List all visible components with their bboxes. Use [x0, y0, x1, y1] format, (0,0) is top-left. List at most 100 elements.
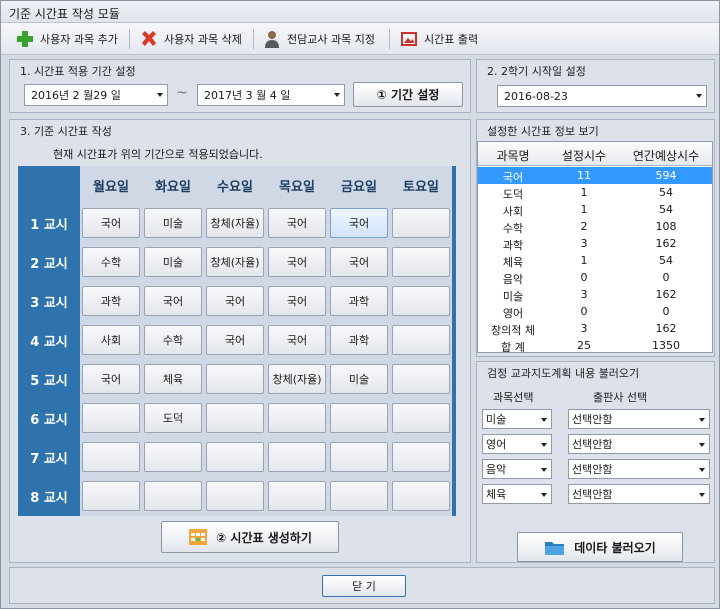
- timetable-cell[interactable]: [392, 247, 450, 277]
- chevron-down-icon: [699, 493, 705, 497]
- timetable-cell[interactable]: [392, 403, 450, 433]
- timetable-cell[interactable]: [330, 481, 388, 511]
- delete-subject-button[interactable]: 사용자 과목 삭제: [135, 27, 246, 51]
- set-period-button[interactable]: ① 기간 설정: [353, 82, 463, 107]
- subject-select[interactable]: 체육: [482, 484, 552, 504]
- add-subject-button[interactable]: 사용자 과목 추가: [11, 27, 122, 51]
- table-cell: 미술: [502, 290, 524, 303]
- timetable-cell[interactable]: 창체(자율): [206, 247, 264, 277]
- timetable-grid: 월요일 화요일 수요일 목요일 금요일 토요일 1 교시 국어 미술 창체(자율) 국어 국어 2 교시…: [18, 166, 456, 516]
- timetable-cell[interactable]: [206, 481, 264, 511]
- timetable-cell[interactable]: [392, 442, 450, 472]
- timetable-cell[interactable]: [392, 286, 450, 316]
- timetable-cell[interactable]: 수학: [144, 325, 202, 355]
- timetable-cell[interactable]: [144, 442, 202, 472]
- table-cell: 도덕: [502, 188, 524, 201]
- table-row[interactable]: 과학 3 162: [478, 235, 712, 252]
- timetable-cell[interactable]: [82, 403, 140, 433]
- timetable-cell[interactable]: [82, 481, 140, 511]
- timetable-cell[interactable]: 국어: [268, 247, 326, 277]
- close-button[interactable]: 닫 기: [322, 575, 406, 597]
- timetable-cell[interactable]: 국어: [82, 208, 140, 238]
- timetable-cell[interactable]: 창체(자율): [206, 208, 264, 238]
- subject-select[interactable]: 음악: [482, 459, 552, 479]
- publisher-select[interactable]: 선택안함: [568, 484, 710, 504]
- timetable-cell[interactable]: [206, 403, 264, 433]
- table-row[interactable]: 음악 0 0: [478, 269, 712, 286]
- add-subject-label: 사용자 과목 추가: [40, 33, 118, 46]
- timetable-cell[interactable]: [268, 481, 326, 511]
- timetable-cell[interactable]: [392, 208, 450, 238]
- date-range-tilde: ~: [176, 85, 188, 101]
- timetable-cell[interactable]: [268, 403, 326, 433]
- timetable-cell[interactable]: 국어: [206, 325, 264, 355]
- table-cell: 54: [659, 254, 673, 267]
- header-hours: 설정시수: [561, 149, 607, 163]
- subject-select[interactable]: 영어: [482, 434, 552, 454]
- plan-panel-title: 검정 교과지도계획 내용 불러오기: [487, 367, 640, 380]
- timetable-cell[interactable]: 과학: [82, 286, 140, 316]
- table-row[interactable]: 영어 0 0: [478, 303, 712, 320]
- table-row[interactable]: 도덕 1 54: [478, 184, 712, 201]
- timetable-cell[interactable]: 과학: [330, 325, 388, 355]
- timetable-cell[interactable]: [206, 364, 264, 394]
- timetable-cell[interactable]: [392, 325, 450, 355]
- timetable-cell[interactable]: [392, 364, 450, 394]
- publisher-select[interactable]: 선택안함: [568, 409, 710, 429]
- load-data-button[interactable]: 데이타 불러오기: [517, 532, 683, 562]
- print-timetable-button[interactable]: 시간표 출력: [395, 27, 482, 51]
- timetable-cell[interactable]: 국어: [268, 208, 326, 238]
- table-row[interactable]: 체육 1 54: [478, 252, 712, 269]
- timetable-cell[interactable]: 국어: [144, 286, 202, 316]
- table-cell: 3: [580, 288, 588, 301]
- timetable-cell[interactable]: 국어: [268, 286, 326, 316]
- timetable-cell[interactable]: 미술: [144, 208, 202, 238]
- timetable-cell[interactable]: 국어: [330, 208, 388, 238]
- timetable-cell[interactable]: 체육: [144, 364, 202, 394]
- publisher-select[interactable]: 선택안함: [568, 459, 710, 479]
- table-cell: 창의적 체: [491, 324, 535, 337]
- window-title: 기준 시간표 작성 모듈: [9, 7, 120, 21]
- timetable-cell[interactable]: 과학: [330, 286, 388, 316]
- timetable-cell[interactable]: 미술: [330, 364, 388, 394]
- timetable-cell[interactable]: [144, 481, 202, 511]
- period-header: 4 교시: [30, 335, 68, 350]
- publisher-select[interactable]: 선택안함: [568, 434, 710, 454]
- chevron-down-icon: [699, 443, 705, 447]
- period-header: 8 교시: [30, 491, 68, 506]
- timetable-cell[interactable]: 창체(자율): [268, 364, 326, 394]
- semester-start-picker[interactable]: 2016-08-23: [497, 85, 707, 107]
- timetable-cell[interactable]: 수학: [82, 247, 140, 277]
- timetable-cell[interactable]: 국어: [206, 286, 264, 316]
- table-row[interactable]: 합 계 25 1350: [478, 337, 712, 354]
- start-date-picker[interactable]: 2016년 2 월29 일: [24, 84, 168, 106]
- table-row[interactable]: 미술 3 162: [478, 286, 712, 303]
- end-date-picker[interactable]: 2017년 3 월 4 일: [197, 84, 345, 106]
- subject-select-value: 영어: [486, 438, 507, 451]
- timetable-cell[interactable]: 국어: [268, 325, 326, 355]
- table-row[interactable]: 창의적 체 3 162: [478, 320, 712, 337]
- subject-hours-table: 과목명 설정시수 연간예상시수 국어 11 594 도덕 1 54 사회 1 54 수학 2 108 과…: [477, 141, 713, 354]
- timetable-cell[interactable]: 도덕: [144, 403, 202, 433]
- timetable-cell[interactable]: [330, 403, 388, 433]
- timetable-cell[interactable]: [392, 481, 450, 511]
- timetable-cell[interactable]: 국어: [330, 247, 388, 277]
- timetable-cell[interactable]: [268, 442, 326, 472]
- table-row[interactable]: 사회 1 54: [478, 201, 712, 218]
- chevron-down-icon: [541, 468, 547, 472]
- table-row[interactable]: 수학 2 108: [478, 218, 712, 235]
- day-header: 수요일: [217, 179, 253, 195]
- timetable-cell[interactable]: [330, 442, 388, 472]
- timetable-cell[interactable]: 사회: [82, 325, 140, 355]
- timetable-cell[interactable]: 미술: [144, 247, 202, 277]
- generate-timetable-label: ② 시간표 생성하기: [216, 530, 312, 545]
- generate-timetable-button[interactable]: ② 시간표 생성하기: [161, 521, 339, 553]
- subject-select[interactable]: 미술: [482, 409, 552, 429]
- day-header: 화요일: [155, 179, 191, 195]
- timetable-cell[interactable]: [82, 442, 140, 472]
- timetable-cell[interactable]: [206, 442, 264, 472]
- assign-teacher-button[interactable]: 전담교사 과목 지정: [258, 27, 379, 51]
- table-cell: 0: [580, 305, 588, 318]
- table-row[interactable]: 국어 11 594: [478, 167, 712, 184]
- timetable-cell[interactable]: 국어: [82, 364, 140, 394]
